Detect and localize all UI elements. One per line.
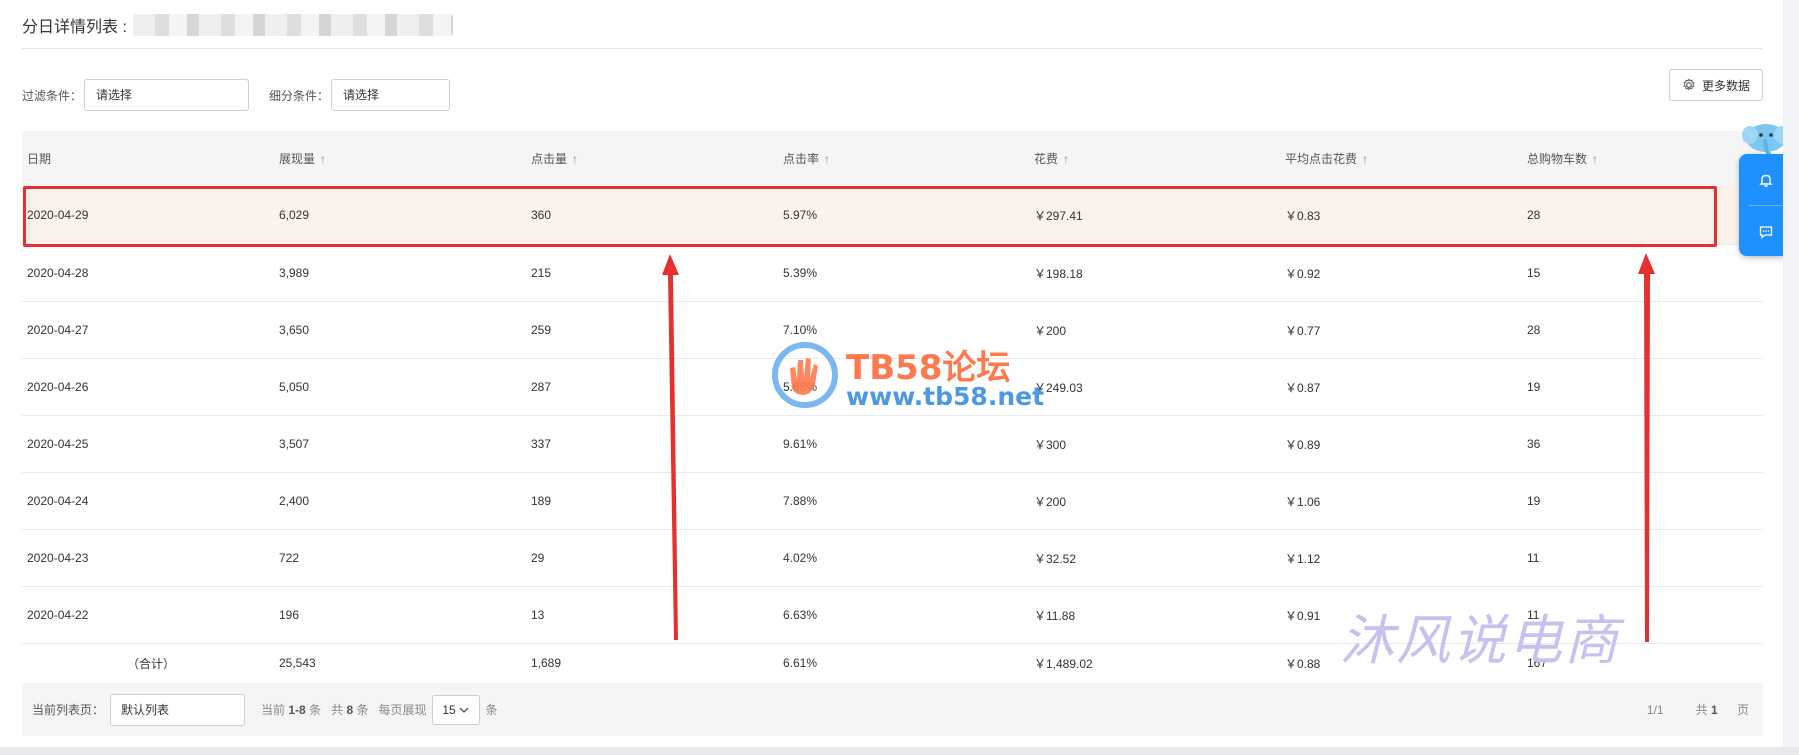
chat-icon <box>1759 225 1773 239</box>
author-watermark: 沐风说电商 <box>1340 609 1620 672</box>
bell-icon <box>1759 174 1773 187</box>
page: 分日详情列表 : 过滤条件： 请选择 细分条件： 请选择 更多数据 日期 展现量… <box>0 0 1799 755</box>
bottom-edge <box>0 747 1799 755</box>
annotation-arrow <box>662 254 679 640</box>
annotation-arrow <box>1638 253 1655 642</box>
scrollbar-track[interactable] <box>1783 0 1799 755</box>
hand-logo-icon <box>772 342 838 408</box>
watermark-url: www.tb58.net <box>846 382 1045 411</box>
tb58-watermark: TB58论坛 www.tb58.net <box>770 340 1044 412</box>
